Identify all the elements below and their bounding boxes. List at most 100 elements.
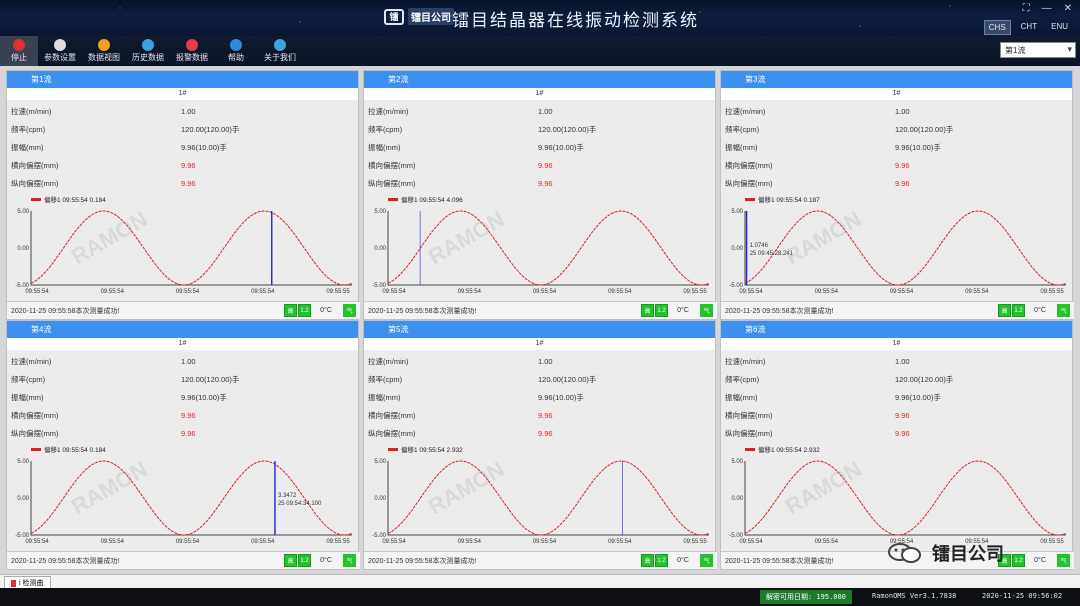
gas-status-button[interactable]: 气	[343, 554, 356, 567]
vibration-chart[interactable]: 5.00 0.00 -5.00 09:55:54 09:55:54 09:55:54 09:…	[721, 455, 1074, 551]
panel-title: 第6流	[721, 321, 1072, 338]
strand-select[interactable]: 第1流	[1000, 42, 1076, 58]
parameter-value: 9.96	[181, 178, 196, 188]
toolbar-data-view-button[interactable]: 数据视图	[82, 36, 126, 66]
parameter-row: 频率(cpm) 120.00(120.00)手	[725, 370, 1068, 388]
chart-legend: 偏移1 09:55:54 0.184	[31, 444, 106, 454]
chart-svg: 5.000.00-5.0009:55:54 09:55:54 09:55:54 09:…	[729, 206, 1067, 295]
gain-button[interactable]: 1.2	[1012, 554, 1025, 567]
vibration-chart[interactable]: 5.00 0.00 -5.00 09:55:54 09:55:54 09:55:54 09:…	[364, 205, 717, 301]
parameter-value: 1.00	[895, 356, 910, 366]
language-switcher: CHS CHT ENU	[983, 20, 1072, 35]
chart-legend: 偏移1 09:55:54 2.932	[745, 444, 820, 454]
user-icon	[274, 39, 286, 51]
toolbar-settings-button[interactable]: 参数设置	[38, 36, 82, 66]
temperature-value: 0°C	[1034, 557, 1046, 564]
parameter-name: 横向偏摆(mm)	[368, 410, 416, 420]
x-tick-label: 09:55:54	[176, 539, 200, 545]
panel-title: 第3流	[721, 71, 1072, 88]
gas-status-button[interactable]: 气	[1057, 554, 1070, 567]
strand-panel: 第5流 1# 拉速(m/min) 1.00 频率(cpm) 120.00(120.00)手…	[363, 320, 717, 570]
parameter-list: 拉速(m/min) 1.00 频率(cpm) 120.00(120.00)手 振幅(mm…	[7, 100, 358, 194]
gain-button[interactable]: 1.2	[298, 554, 311, 567]
toolbar-stop-button[interactable]: 停止	[0, 36, 38, 66]
fullscreen-icon[interactable]: ⛶	[1023, 3, 1030, 14]
lang-cht-button[interactable]: CHT	[1017, 20, 1041, 35]
legend-text: 偏移1 09:55:54 4.096	[401, 197, 463, 204]
x-tick-label: 09:55:54	[533, 289, 557, 295]
toolbar-about-button[interactable]: 关于我们	[258, 36, 302, 66]
vibration-chart[interactable]: 5.00 0.00 -5.00 09:55:54 09:55:54 09:55:54 09:…	[364, 455, 717, 551]
version-label: RamonOMS Ver3.1.7838	[872, 592, 957, 600]
parameter-name: 纵向偏摆(mm)	[11, 428, 59, 438]
y-tick-label: 5.00	[374, 459, 386, 465]
toolbar-alarm-button[interactable]: 报警数据	[170, 36, 214, 66]
parameter-row: 频率(cpm) 120.00(120.00)手	[368, 370, 711, 388]
lang-chs-button[interactable]: CHS	[983, 20, 1011, 35]
gas-status-button[interactable]: 气	[700, 554, 713, 567]
panel-title: 第2流	[364, 71, 715, 88]
legend-swatch	[388, 447, 398, 451]
gain-button[interactable]: 1.2	[655, 304, 668, 317]
x-tick-label: 09:55:54	[101, 539, 125, 545]
parameter-row: 拉速(m/min) 1.00	[725, 102, 1068, 120]
level-high-button[interactable]: 高	[641, 554, 654, 567]
gas-status-button[interactable]: 气	[343, 304, 356, 317]
toolbar-history-button[interactable]: 历史数据	[126, 36, 170, 66]
x-tick-label: 09:55:54	[251, 539, 275, 545]
close-icon[interactable]: ✕	[1064, 3, 1072, 14]
parameter-name: 横向偏摆(mm)	[11, 410, 59, 420]
gain-button[interactable]: 1.2	[655, 554, 668, 567]
vibration-chart[interactable]: 5.00 0.00 -5.00 09:55:54 09:55:54 09:55:54 09:…	[7, 455, 360, 551]
parameter-value: 1.00	[181, 356, 196, 366]
watermark-text: RAMON	[781, 456, 865, 519]
chart-svg: 5.000.00-5.0009:55:54 09:55:54 09:55:54 09:…	[372, 206, 710, 295]
watermark-text: RAMON	[781, 206, 865, 269]
parameter-name: 频率(cpm)	[725, 124, 760, 134]
gain-button[interactable]: 1.2	[298, 304, 311, 317]
level-high-button[interactable]: 高	[284, 304, 297, 317]
lang-enu-button[interactable]: ENU	[1047, 20, 1072, 35]
chart-svg: 5.000.00-5.0009:55:54 09:55:54 09:55:54 09:…	[15, 456, 353, 545]
toolbar-help-button[interactable]: 帮助	[214, 36, 258, 66]
cursor-readout: 25 09:54:34.100	[278, 501, 322, 507]
gain-button[interactable]: 1.2	[1012, 304, 1025, 317]
document-icon	[11, 579, 16, 587]
temperature-value: 0°C	[677, 557, 689, 564]
stop-icon	[13, 39, 25, 51]
temperature-value: 0°C	[320, 307, 332, 314]
logo-mark-icon: 镭	[384, 8, 404, 25]
x-tick-label: 09:55:54	[176, 289, 200, 295]
company-logo: 镭 镭目公司	[384, 8, 454, 25]
vibration-chart[interactable]: 5.00 0.00 -5.00 09:55:54 09:55:54 09:55:54 09:…	[7, 205, 360, 301]
parameter-row: 横向偏摆(mm) 9.96	[11, 406, 354, 424]
level-high-button[interactable]: 高	[998, 304, 1011, 317]
chart-svg: 5.000.00-5.0009:55:54 09:55:54 09:55:54 09:…	[15, 206, 353, 295]
bottom-tab-bar: i 检测曲	[0, 574, 1080, 590]
parameter-name: 频率(cpm)	[11, 124, 46, 134]
x-tick-label: 09:55:54	[25, 289, 49, 295]
chart-svg: 5.000.00-5.0009:55:54 09:55:54 09:55:54 09:…	[372, 456, 710, 545]
parameter-name: 拉速(m/min)	[11, 106, 52, 116]
minimize-icon[interactable]: —	[1042, 3, 1052, 14]
vibration-chart[interactable]: 5.00 0.00 -5.00 09:55:54 09:55:54 09:55:54 09:…	[721, 205, 1074, 301]
parameter-value: 120.00(120.00)手	[181, 374, 240, 384]
gas-status-button[interactable]: 气	[700, 304, 713, 317]
gas-status-button[interactable]: 气	[1057, 304, 1070, 317]
monitor-icon	[142, 39, 154, 51]
parameter-value: 9.96	[538, 428, 553, 438]
parameter-value: 9.96(10.00)手	[538, 392, 584, 402]
x-tick-label: 09:55:54	[608, 289, 632, 295]
level-high-button[interactable]: 高	[284, 554, 297, 567]
toolbar-label: 历史数据	[132, 53, 164, 62]
parameter-value: 9.96	[538, 160, 553, 170]
parameter-row: 拉速(m/min) 1.00	[725, 352, 1068, 370]
status-message: 2020-11-25 09:55:58本次测量成功!	[725, 307, 834, 315]
level-high-button[interactable]: 高	[641, 304, 654, 317]
parameter-row: 频率(cpm) 120.00(120.00)手	[368, 120, 711, 138]
chart-legend: 偏移1 09:55:54 0.184	[31, 194, 106, 204]
parameter-row: 横向偏摆(mm) 9.96	[725, 406, 1068, 424]
parameter-value: 9.96	[181, 410, 196, 420]
parameter-row: 纵向偏摆(mm) 9.96	[725, 424, 1068, 442]
parameter-row: 横向偏摆(mm) 9.96	[725, 156, 1068, 174]
